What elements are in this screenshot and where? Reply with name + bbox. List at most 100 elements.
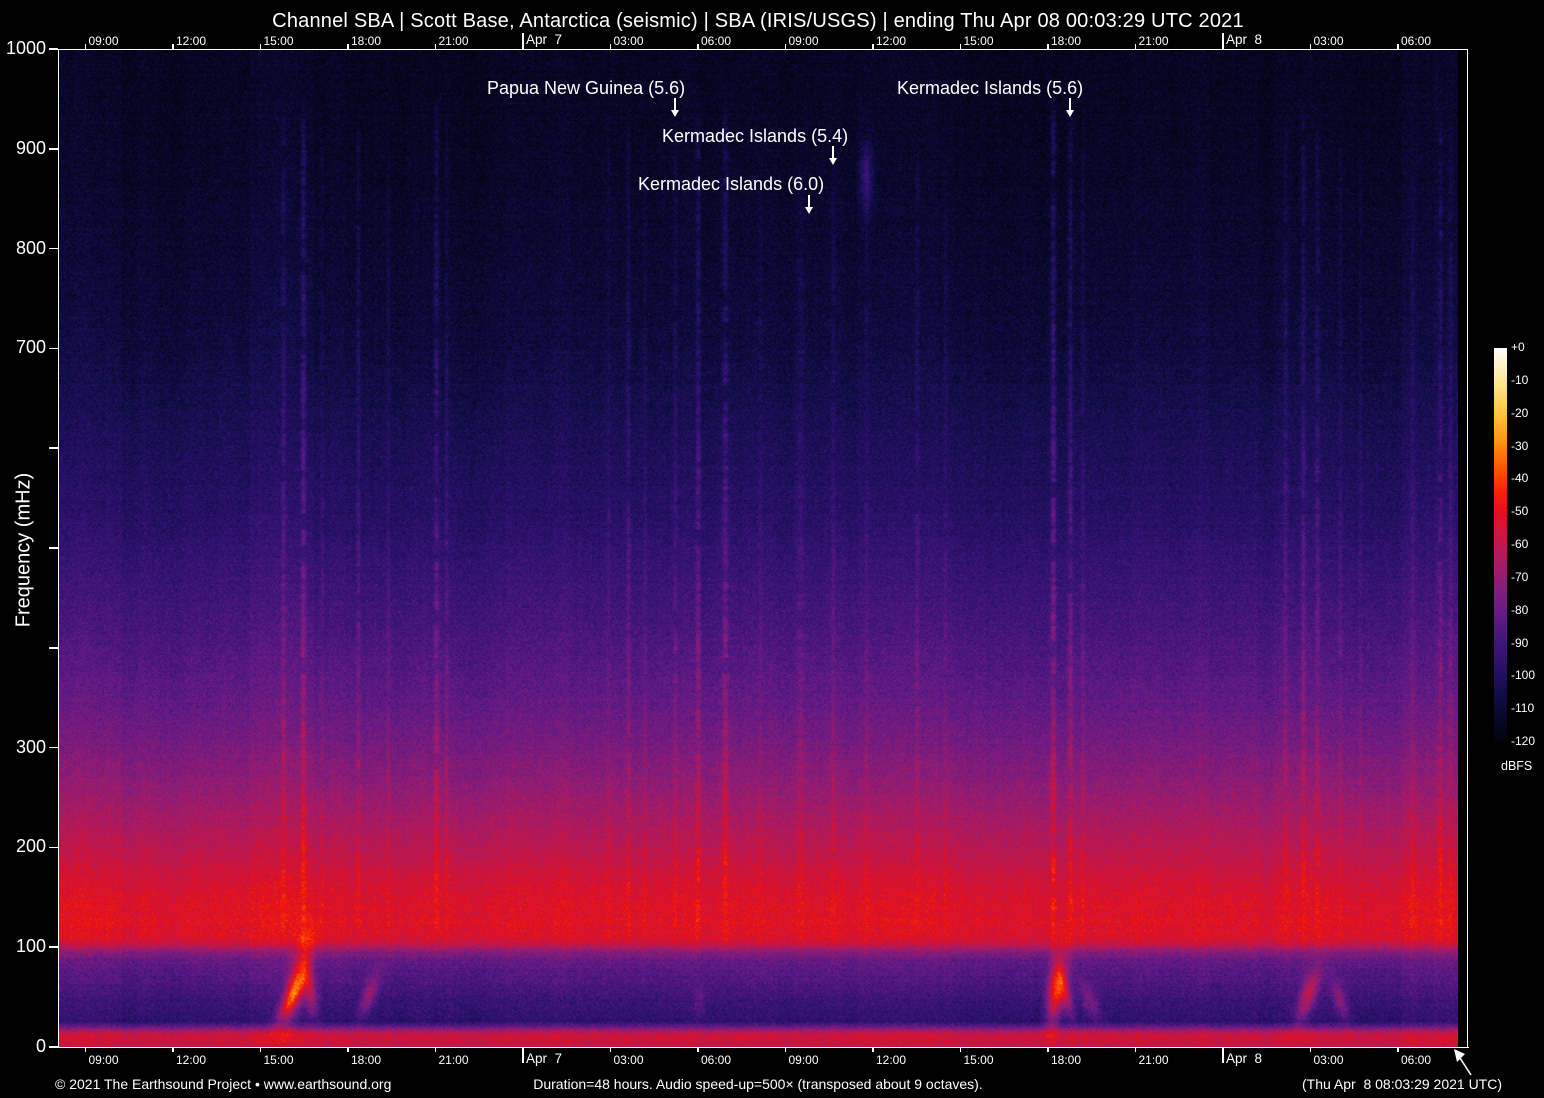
- x-tick-bottom: [172, 1047, 174, 1052]
- y-tick-label: 100: [15, 936, 46, 957]
- x-tick-bottom: [784, 1047, 787, 1052]
- chart-title: Channel SBA | Scott Base, Antarctica (se…: [272, 10, 1244, 32]
- x-tick-bottom: [609, 1047, 612, 1052]
- x-tick-label-top: 03:00: [613, 34, 644, 48]
- y-tick-label: 900: [15, 137, 46, 158]
- x-tick-label-top: 15:00: [963, 34, 994, 48]
- x-tick-label-bottom: 21:00: [1138, 1053, 1169, 1067]
- colorbar-tick-label: -90: [1511, 635, 1529, 650]
- y-tick: [49, 746, 58, 749]
- y-tick: [49, 247, 58, 250]
- x-tick-bottom: [434, 1047, 437, 1052]
- y-tick: [49, 946, 58, 948]
- spectrogram-figure: Channel SBA | Scott Base, Antarctica (se…: [0, 0, 1544, 1098]
- x-tick-label-top: 06:00: [700, 34, 731, 48]
- x-tick-top: [872, 44, 874, 49]
- x-tick-label-top: 15:00: [263, 34, 294, 48]
- x-tick-top: [259, 44, 262, 49]
- y-tick: [49, 48, 58, 50]
- x-tick-bottom: [1309, 1047, 1312, 1052]
- x-tick-label-bottom: 15:00: [263, 1053, 294, 1067]
- x-tick-bottom: [697, 1047, 699, 1052]
- event-arrow-icon: [805, 195, 813, 214]
- x-tick-bottom: [347, 1047, 349, 1052]
- y-tick: [49, 347, 58, 350]
- event-arrow-icon: [829, 146, 837, 165]
- x-tick-label-bottom: 09:00: [88, 1053, 119, 1067]
- y-tick: [49, 447, 58, 449]
- footer-end-time: (Thu Apr 8 08:03:29 2021 UTC): [1302, 1076, 1502, 1092]
- x-tick-label-top: 12:00: [175, 34, 206, 48]
- x-tick-top: [1134, 44, 1137, 49]
- x-tick-label-bottom: 12:00: [175, 1053, 206, 1067]
- x-tick-label-bottom: 12:00: [875, 1053, 906, 1067]
- x-tick-label-top: Apr 7: [525, 32, 562, 47]
- x-tick-top: [434, 44, 437, 49]
- x-tick-bottom: [522, 1047, 524, 1063]
- y-tick-label: 700: [15, 337, 46, 358]
- colorbar-tick-label: -70: [1511, 569, 1529, 584]
- x-tick-top: [609, 44, 612, 49]
- x-tick-bottom: [872, 1047, 874, 1052]
- event-annotation-label: Kermadec Islands (5.4): [662, 126, 849, 146]
- y-tick-label: 300: [15, 736, 46, 757]
- colorbar-tick-label: -20: [1511, 405, 1529, 420]
- colorbar-tick-label: -80: [1511, 602, 1529, 617]
- x-tick-label-bottom: 03:00: [1313, 1053, 1344, 1067]
- y-tick: [49, 647, 58, 649]
- y-tick: [49, 1046, 58, 1048]
- x-tick-top: [1047, 44, 1049, 49]
- colorbar-unit-label: dBFS: [1501, 759, 1533, 773]
- x-tick-bottom: [1222, 1047, 1224, 1063]
- x-tick-top: [784, 44, 787, 49]
- x-tick-label-top: 03:00: [1313, 34, 1344, 48]
- x-tick-bottom: [1047, 1047, 1049, 1052]
- top-axis-line: [57, 48, 1468, 50]
- spectrogram-image: [58, 50, 1458, 1047]
- x-tick-label-top: 12:00: [875, 34, 906, 48]
- colorbar-tick-label: -120: [1511, 734, 1536, 748]
- colorbar-tick-label: +0: [1511, 340, 1525, 354]
- x-tick-label-bottom: 18:00: [350, 1053, 381, 1067]
- x-tick-label-top: 06:00: [1400, 34, 1431, 48]
- colorbar: [1494, 348, 1507, 742]
- x-tick-bottom: [259, 1047, 262, 1052]
- x-tick-top: [959, 44, 962, 49]
- x-tick-label-bottom: Apr 7: [525, 1051, 562, 1066]
- colorbar-tick-label: -40: [1511, 471, 1529, 486]
- x-tick-label-bottom: Apr 8: [1225, 1051, 1262, 1066]
- x-tick-bottom: [959, 1047, 962, 1052]
- x-tick-label-top: 09:00: [788, 34, 819, 48]
- event-arrow-icon: [671, 98, 679, 117]
- x-tick-label-bottom: 21:00: [438, 1053, 469, 1067]
- colorbar-tick-label: -30: [1511, 438, 1529, 453]
- footer-duration: Duration=48 hours. Audio speed-up=500× (…: [533, 1076, 983, 1092]
- y-tick-label: 800: [15, 237, 46, 258]
- x-tick-label-top: Apr 8: [1225, 32, 1262, 47]
- x-tick-top: [1397, 44, 1399, 49]
- x-tick-top: [172, 44, 174, 49]
- x-tick-label-bottom: 03:00: [613, 1053, 644, 1067]
- event-arrow-icon: [1066, 98, 1074, 117]
- x-tick-label-top: 21:00: [1138, 34, 1169, 48]
- x-tick-label-top: 18:00: [350, 34, 381, 48]
- x-tick-top: [1309, 44, 1312, 49]
- y-axis-title: Frequency (mHz): [12, 472, 35, 628]
- right-axis-line: [1466, 49, 1468, 1047]
- y-tick-label: 200: [15, 836, 46, 857]
- y-tick: [49, 148, 58, 150]
- colorbar-tick-label: -60: [1511, 537, 1529, 551]
- y-tick-label: 1000: [5, 38, 46, 58]
- y-tick: [49, 547, 58, 549]
- x-tick-top: [84, 44, 87, 49]
- x-tick-label-top: 09:00: [88, 34, 119, 48]
- x-tick-label-bottom: 09:00: [788, 1053, 819, 1067]
- colorbar-tick-label: -50: [1511, 504, 1529, 519]
- x-tick-label-top: 21:00: [438, 34, 469, 48]
- x-tick-label-top: 18:00: [1050, 34, 1081, 48]
- colorbar-tick-label: -100: [1511, 668, 1536, 683]
- x-tick-bottom: [84, 1047, 87, 1052]
- x-tick-top: [1222, 33, 1224, 49]
- y-tick: [49, 846, 58, 849]
- colorbar-tick-label: -110: [1511, 701, 1535, 716]
